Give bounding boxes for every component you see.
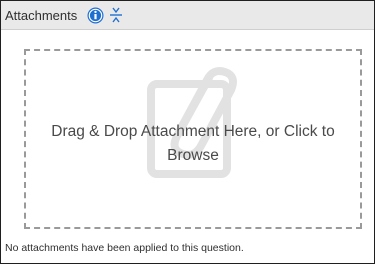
- panel-header: Attachments: [1, 1, 374, 30]
- collapse-vertical-icon[interactable]: [108, 6, 124, 24]
- attachments-panel: Attachments Drag & Drop Attachment Here,…: [0, 0, 375, 264]
- panel-title: Attachments: [5, 7, 78, 23]
- dropzone-label: Drag & Drop Attachment Here, or Click to…: [51, 123, 335, 164]
- info-icon[interactable]: [86, 6, 104, 24]
- no-attachments-note: No attachments have been applied to this…: [5, 242, 244, 254]
- attachment-dropzone[interactable]: Drag & Drop Attachment Here, or Click to…: [24, 49, 362, 229]
